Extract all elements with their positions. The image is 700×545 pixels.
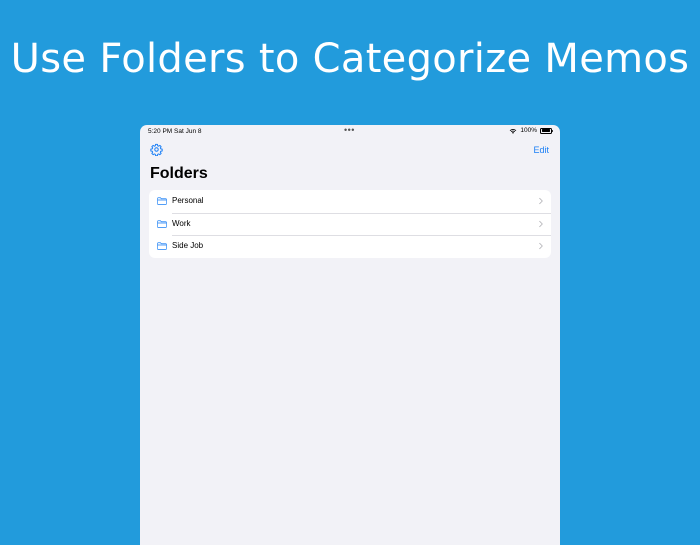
status-indicators: 100% xyxy=(509,127,553,134)
folder-label: Side Job xyxy=(172,241,204,250)
folder-icon xyxy=(157,197,167,205)
multitasking-dots-icon[interactable]: ••• xyxy=(344,125,355,135)
folder-row-work[interactable]: Work xyxy=(149,212,551,236)
ipad-screen: 5:20 PM Sat Jun 8 ••• 100% Edit Folders xyxy=(140,125,560,545)
battery-percentage: 100% xyxy=(520,127,537,134)
settings-gear-icon[interactable] xyxy=(150,143,163,156)
folder-label: Work xyxy=(172,218,191,228)
folder-row-side-job[interactable]: Side Job xyxy=(149,235,551,258)
status-time: 5:20 PM Sat Jun 8 xyxy=(148,128,202,135)
edit-button[interactable]: Edit xyxy=(533,145,549,155)
folder-icon xyxy=(157,219,167,228)
folder-list: Personal Work Side Job xyxy=(149,190,551,258)
chevron-right-icon xyxy=(539,220,543,227)
folder-label: Personal xyxy=(172,196,204,205)
status-bar: 5:20 PM Sat Jun 8 ••• 100% xyxy=(140,125,560,138)
battery-icon xyxy=(540,127,553,134)
chevron-right-icon xyxy=(539,242,543,250)
promo-headline: Use Folders to Categorize Memos xyxy=(10,36,690,82)
chevron-right-icon xyxy=(539,197,543,205)
wifi-icon xyxy=(510,128,517,134)
folder-icon xyxy=(157,242,167,250)
page-title: Folders xyxy=(150,165,208,182)
folder-row-personal[interactable]: Personal xyxy=(149,190,551,213)
